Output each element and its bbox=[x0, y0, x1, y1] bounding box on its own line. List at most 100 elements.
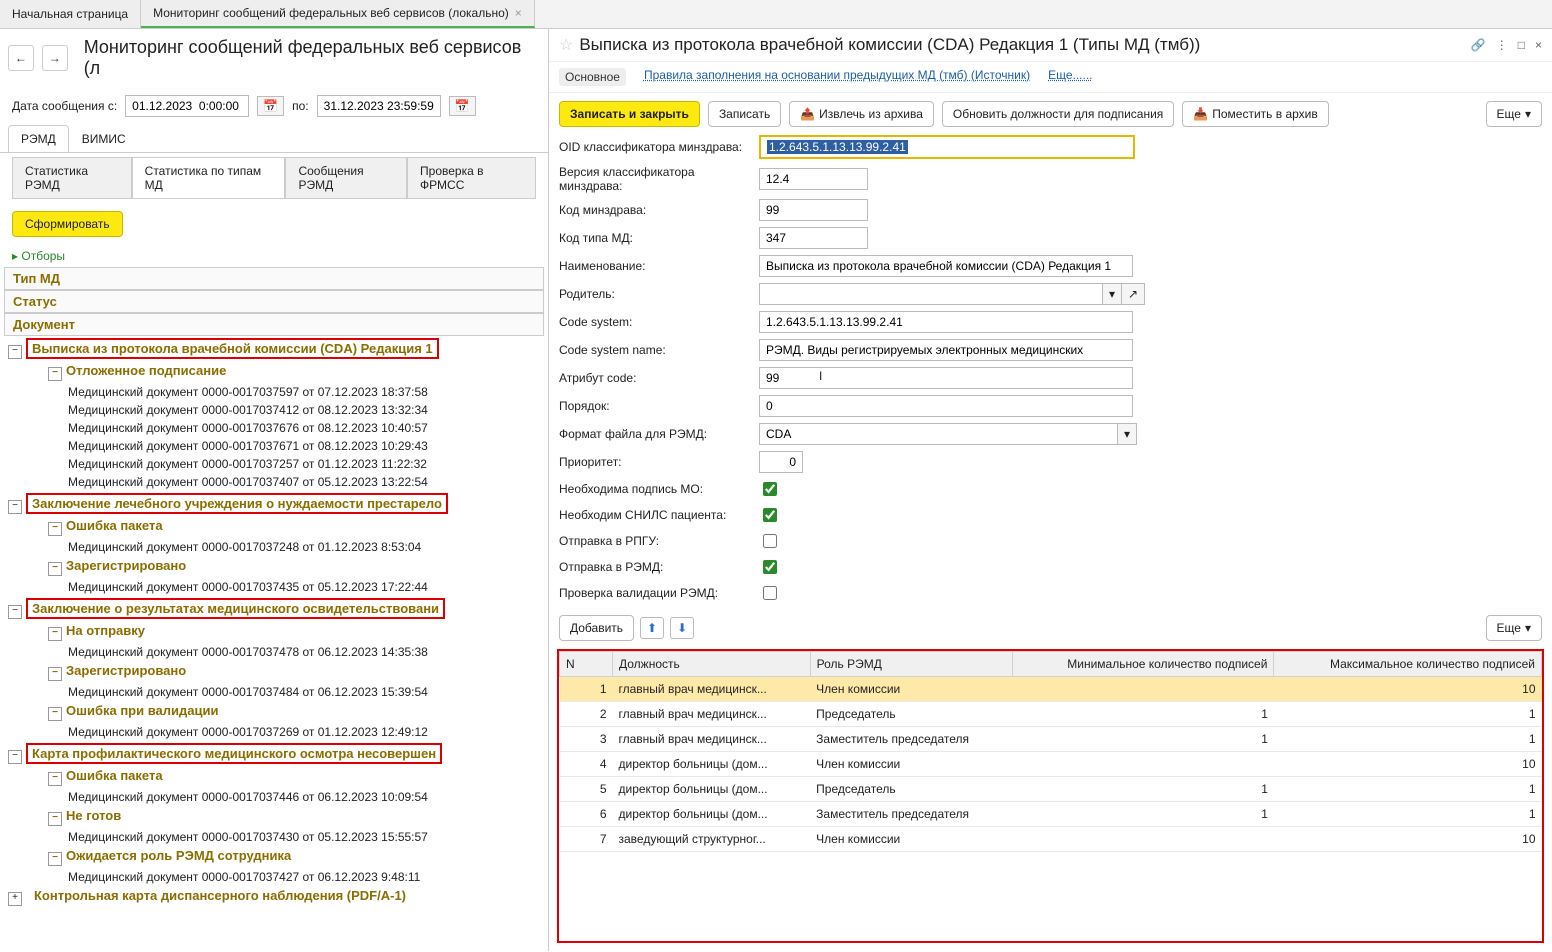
doc-item[interactable]: Медицинский документ 0000-0017037412 от … bbox=[64, 401, 544, 419]
calendar-icon[interactable]: 📅 bbox=[257, 96, 284, 116]
table-row[interactable]: 3главный врач медицинск...Заместитель пр… bbox=[560, 727, 1542, 752]
table-row[interactable]: 6директор больницы (дом...Заместитель пр… bbox=[560, 802, 1542, 827]
dropdown-icon[interactable]: ▾ bbox=[1103, 283, 1122, 305]
doc-item[interactable]: Медицинский документ 0000-0017037435 от … bbox=[64, 578, 544, 596]
priority-input[interactable] bbox=[759, 451, 803, 473]
doc-item[interactable]: Медицинский документ 0000-0017037407 от … bbox=[64, 473, 544, 491]
code-input[interactable] bbox=[759, 199, 868, 221]
close-icon[interactable]: × bbox=[515, 6, 522, 20]
add-button[interactable]: Добавить bbox=[559, 615, 634, 641]
extract-button[interactable]: 📤Извлечь из архива bbox=[789, 101, 934, 127]
tab-msg-remd[interactable]: Сообщения РЭМД bbox=[285, 157, 407, 199]
type-input[interactable] bbox=[759, 227, 868, 249]
close-icon[interactable]: × bbox=[1535, 38, 1542, 52]
expander-icon[interactable]: − bbox=[48, 772, 62, 786]
nav-back-button[interactable]: ← bbox=[8, 45, 34, 71]
star-icon[interactable]: ☆ bbox=[559, 35, 573, 55]
doc-item[interactable]: Медицинский документ 0000-0017037478 от … bbox=[64, 643, 544, 661]
table-row[interactable]: 5директор больницы (дом...Председатель11 bbox=[560, 777, 1542, 802]
save-button[interactable]: Записать bbox=[708, 101, 781, 127]
form-button[interactable]: Сформировать bbox=[12, 211, 123, 237]
group-vypiska[interactable]: Выписка из протокола врачебной комиссии … bbox=[26, 338, 439, 359]
tab-check-frmss[interactable]: Проверка в ФРМСС bbox=[407, 157, 536, 199]
dropdown-icon[interactable]: ▾ bbox=[1118, 423, 1137, 445]
table-more-button[interactable]: Еще ▾ bbox=[1486, 615, 1542, 641]
validation-checkbox[interactable] bbox=[763, 586, 777, 600]
expander-icon[interactable]: − bbox=[48, 627, 62, 641]
remd-checkbox[interactable] bbox=[763, 560, 777, 574]
open-icon[interactable]: ↗ bbox=[1122, 283, 1145, 305]
group-zaklyuchenie-result[interactable]: Заключение о результатах медицинского ос… bbox=[26, 598, 445, 619]
move-down-button[interactable]: ⬇ bbox=[670, 617, 694, 639]
expander-icon[interactable]: − bbox=[8, 345, 22, 359]
doc-item[interactable]: Медицинский документ 0000-0017037427 от … bbox=[64, 868, 544, 886]
parent-input[interactable] bbox=[759, 283, 1103, 305]
col-role[interactable]: Роль РЭМД bbox=[810, 652, 1012, 677]
doc-item[interactable]: Медицинский документ 0000-0017037676 от … bbox=[64, 419, 544, 437]
oid-input[interactable]: 1.2.643.5.1.13.13.99.2.41 bbox=[759, 135, 1135, 159]
sign-mo-checkbox[interactable] bbox=[763, 482, 777, 496]
filters-toggle[interactable]: ▸ Отборы bbox=[0, 245, 548, 267]
name-input[interactable] bbox=[759, 255, 1133, 277]
expander-icon[interactable]: − bbox=[8, 750, 22, 764]
expander-icon[interactable]: − bbox=[8, 500, 22, 514]
doc-item[interactable]: Медицинский документ 0000-0017037446 от … bbox=[64, 788, 544, 806]
expander-icon[interactable]: − bbox=[48, 667, 62, 681]
expander-icon[interactable]: + bbox=[8, 892, 22, 906]
snils-checkbox[interactable] bbox=[763, 508, 777, 522]
archive-button[interactable]: 📥Поместить в архив bbox=[1182, 101, 1328, 127]
doc-item[interactable]: Медицинский документ 0000-0017037430 от … bbox=[64, 828, 544, 846]
tab-home[interactable]: Начальная страница bbox=[0, 0, 141, 28]
format-input[interactable] bbox=[759, 423, 1118, 445]
group-zaklyuchenie-prestar[interactable]: Заключение лечебного учреждения о нуждае… bbox=[26, 493, 448, 514]
tab-stat-types[interactable]: Статистика по типам МД bbox=[132, 157, 286, 199]
doc-item[interactable]: Медицинский документ 0000-0017037484 от … bbox=[64, 683, 544, 701]
date-from-input[interactable] bbox=[125, 95, 249, 117]
col-max[interactable]: Максимальное количество подписей bbox=[1274, 652, 1542, 677]
doc-item[interactable]: Медицинский документ 0000-0017037671 от … bbox=[64, 437, 544, 455]
expander-icon[interactable]: − bbox=[48, 367, 62, 381]
attr-input[interactable] bbox=[759, 367, 1133, 389]
update-positions-button[interactable]: Обновить должности для подписания bbox=[942, 101, 1174, 127]
maximize-icon[interactable]: □ bbox=[1518, 38, 1525, 52]
order-input[interactable] bbox=[759, 395, 1133, 417]
calendar-icon[interactable]: 📅 bbox=[449, 96, 476, 116]
expander-icon[interactable]: − bbox=[48, 562, 62, 576]
doc-item[interactable]: Медицинский документ 0000-0017037597 от … bbox=[64, 383, 544, 401]
table-row[interactable]: 2главный врач медицинск...Председатель11 bbox=[560, 702, 1542, 727]
table-row[interactable]: 4директор больницы (дом...Член комиссии1… bbox=[560, 752, 1542, 777]
menu-dots-icon[interactable]: ⋮ bbox=[1496, 38, 1508, 52]
nav-more-link[interactable]: Еще...... bbox=[1048, 68, 1092, 86]
col-n[interactable]: N bbox=[560, 652, 613, 677]
version-input[interactable] bbox=[759, 168, 868, 190]
rpgu-checkbox[interactable] bbox=[763, 534, 777, 548]
group-kontrol-karta[interactable]: Контрольная карта диспансерного наблюден… bbox=[26, 885, 414, 906]
tab-stat-remd[interactable]: Статистика РЭМД bbox=[12, 157, 132, 199]
date-to-input[interactable] bbox=[317, 95, 441, 117]
expander-icon[interactable]: − bbox=[8, 605, 22, 619]
expander-icon[interactable]: − bbox=[48, 707, 62, 721]
col-position[interactable]: Должность bbox=[613, 652, 811, 677]
expander-icon[interactable]: − bbox=[48, 852, 62, 866]
expander-icon[interactable]: − bbox=[48, 812, 62, 826]
move-up-button[interactable]: ⬆ bbox=[640, 617, 664, 639]
tab-monitoring[interactable]: Мониторинг сообщений федеральных веб сер… bbox=[141, 0, 535, 28]
tab-remd[interactable]: РЭМД bbox=[8, 125, 69, 152]
more-button[interactable]: Еще ▾ bbox=[1486, 101, 1542, 127]
nav-rules-link[interactable]: Правила заполнения на основании предыдущ… bbox=[644, 68, 1030, 86]
link-icon[interactable]: 🔗 bbox=[1471, 38, 1486, 52]
col-min[interactable]: Минимальное количество подписей bbox=[1012, 652, 1274, 677]
doc-item[interactable]: Медицинский документ 0000-0017037248 от … bbox=[64, 538, 544, 556]
nav-main[interactable]: Основное bbox=[559, 68, 626, 86]
doc-item[interactable]: Медицинский документ 0000-0017037269 от … bbox=[64, 723, 544, 741]
save-close-button[interactable]: Записать и закрыть bbox=[559, 101, 700, 127]
csname-input[interactable] bbox=[759, 339, 1133, 361]
doc-item[interactable]: Медицинский документ 0000-0017037257 от … bbox=[64, 455, 544, 473]
group-karta-profilaktika[interactable]: Карта профилактического медицинского осм… bbox=[26, 743, 442, 764]
tab-vimis[interactable]: ВИМИС bbox=[69, 125, 139, 152]
nav-forward-button[interactable]: → bbox=[42, 45, 68, 71]
expander-icon[interactable]: − bbox=[48, 522, 62, 536]
table-row[interactable]: 1главный врач медицинск...Член комиссии1… bbox=[560, 677, 1542, 702]
table-row[interactable]: 7заведующий структурног...Член комиссии1… bbox=[560, 827, 1542, 852]
codesystem-input[interactable] bbox=[759, 311, 1133, 333]
